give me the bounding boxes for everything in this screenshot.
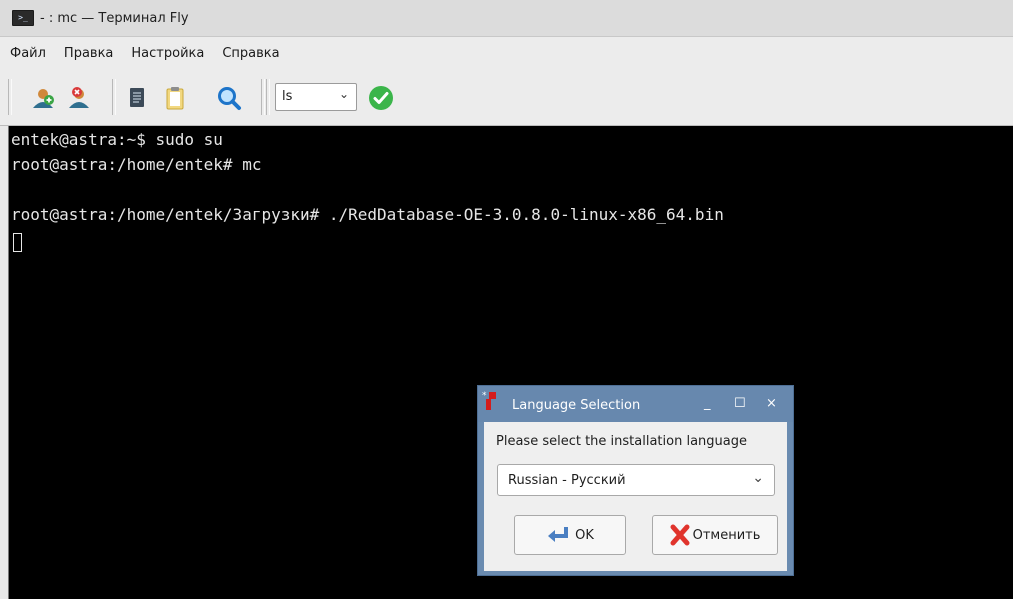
menu-file[interactable]: Файл [0, 46, 54, 61]
terminal-line: root@astra:/home/entek# mc [11, 155, 262, 174]
menu-bar: Файл Правка Настройка Справка [0, 37, 1013, 69]
menu-settings[interactable]: Настройка [121, 46, 212, 61]
window-titlebar: >_ - : mc — Терминал Fly [0, 0, 1013, 37]
search-icon [218, 87, 241, 110]
language-selection-dialog: * Language Selection _ ☐ × Please select… [477, 385, 794, 576]
close-icon[interactable]: × [766, 396, 777, 411]
command-combo[interactable]: ls ⌄ [275, 83, 357, 111]
ok-button[interactable]: OK [514, 515, 626, 555]
toolbar-separator [112, 79, 116, 115]
dialog-title: Language Selection [512, 398, 641, 413]
terminal-line: root@astra:/home/entek/Загрузки# ./RedDa… [11, 205, 724, 224]
command-combo-value: ls [282, 89, 293, 104]
language-select[interactable]: Russian - Русский ⌄ [497, 464, 775, 496]
new-tab-icon [33, 89, 54, 108]
close-tab-icon [69, 87, 89, 108]
red-database-logo-icon: * [482, 391, 496, 410]
chevron-down-icon: ⌄ [338, 87, 349, 101]
search-button[interactable] [214, 83, 244, 113]
cancel-x-icon [670, 524, 690, 546]
maximize-icon[interactable]: ☐ [734, 396, 746, 411]
terminal-line: entek@astra:~$ sudo su [11, 130, 223, 149]
close-tab-button[interactable] [64, 83, 94, 113]
paste-button[interactable] [160, 83, 190, 113]
paste-icon [166, 87, 184, 110]
toolbar-separator [261, 79, 265, 115]
cancel-button[interactable]: Отменить [652, 515, 778, 555]
run-command-button[interactable] [366, 83, 396, 113]
toolbar-separator [8, 79, 12, 115]
copy-icon [130, 88, 144, 107]
copy-button[interactable] [122, 83, 152, 113]
dialog-prompt: Please select the installation language [496, 434, 747, 449]
dialog-titlebar[interactable]: * Language Selection _ ☐ × [478, 386, 793, 422]
terminal-cursor [13, 233, 22, 252]
enter-arrow-icon [548, 527, 569, 542]
minimize-icon[interactable]: _ [704, 396, 711, 411]
menu-help[interactable]: Справка [212, 46, 287, 61]
menu-edit[interactable]: Правка [54, 46, 121, 61]
cancel-label: Отменить [692, 527, 761, 543]
dialog-body: Please select the installation language … [484, 422, 787, 571]
window-title: - : mc — Терминал Fly [40, 10, 189, 26]
ok-label: OK [575, 527, 594, 543]
language-select-value: Russian - Русский [508, 473, 626, 488]
terminal-icon: >_ [12, 10, 34, 26]
toolbar: ls ⌄ [0, 69, 1013, 126]
toolbar-separator [266, 79, 270, 115]
new-tab-button[interactable] [28, 83, 58, 113]
run-command-icon [369, 86, 393, 110]
chevron-down-icon: ⌄ [752, 470, 764, 486]
